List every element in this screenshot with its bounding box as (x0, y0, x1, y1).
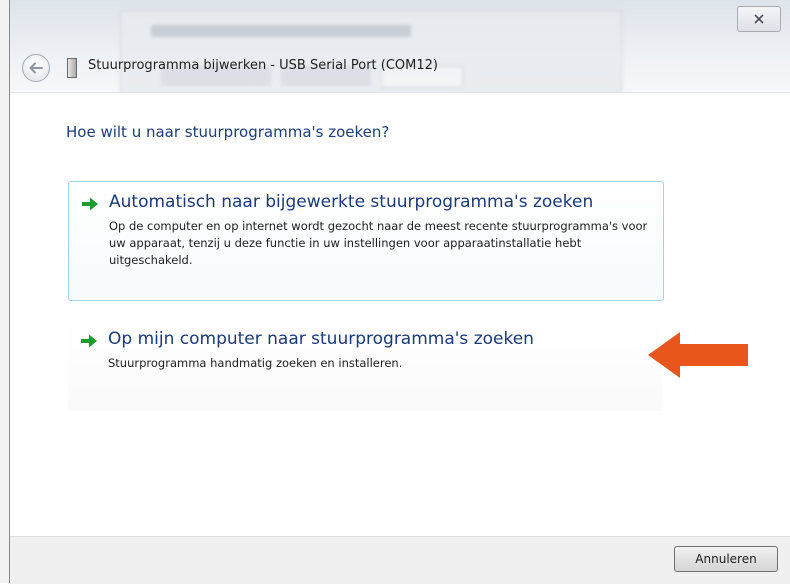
option-automatic-search[interactable]: Automatisch naar bijgewerkte stuurprogra… (68, 181, 664, 301)
title-bar: Stuurprogramma bijwerken - USB Serial Po… (10, 0, 790, 92)
close-icon (754, 14, 764, 24)
back-button[interactable] (22, 54, 50, 82)
option-browse-computer[interactable]: Op mijn computer naar stuurprogramma's z… (68, 319, 662, 411)
usb-device-icon (67, 58, 77, 78)
green-arrow-icon (81, 334, 97, 348)
close-button[interactable] (737, 6, 781, 32)
dialog-footer: Annuleren (10, 536, 790, 584)
option-title: Op mijn computer naar stuurprogramma's z… (108, 329, 534, 349)
background-dialog-title (151, 25, 411, 37)
option-title: Automatisch naar bijgewerkte stuurprogra… (109, 192, 594, 212)
window-title: Stuurprogramma bijwerken - USB Serial Po… (88, 58, 438, 73)
back-arrow-icon (29, 62, 43, 74)
annotation-arrow-icon (648, 332, 748, 378)
option-description: Stuurprogramma handmatig zoeken en insta… (108, 356, 403, 370)
cancel-button[interactable]: Annuleren (674, 546, 778, 572)
dialog-content: Hoe wilt u naar stuurprogramma's zoeken?… (10, 92, 790, 537)
option-description: Op de computer en op internet wordt gezo… (109, 219, 648, 267)
green-arrow-icon (82, 197, 98, 211)
background-properties-dialog (120, 10, 622, 92)
page-heading: Hoe wilt u naar stuurprogramma's zoeken? (66, 123, 390, 141)
update-driver-dialog: Stuurprogramma bijwerken - USB Serial Po… (9, 0, 790, 584)
